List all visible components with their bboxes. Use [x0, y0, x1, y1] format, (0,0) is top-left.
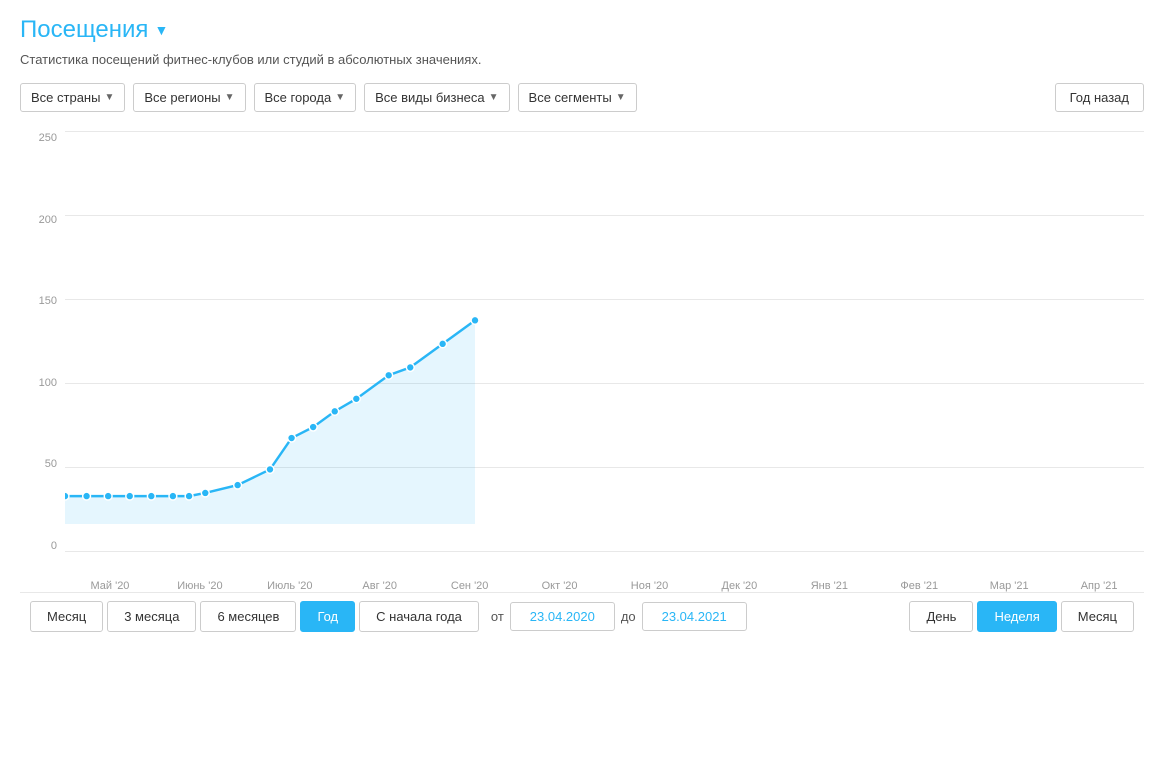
x-label-feb21: Фев '21	[874, 580, 964, 592]
chevron-down-icon: ▼	[104, 92, 114, 103]
x-label-dec20: Дек '20	[694, 580, 784, 592]
filter-countries[interactable]: Все страны ▼	[20, 83, 125, 112]
chevron-down-icon: ▼	[335, 92, 345, 103]
date-to-label: до	[621, 609, 636, 624]
filter-regions[interactable]: Все регионы ▼	[133, 83, 245, 112]
y-label-150: 150	[20, 295, 65, 307]
date-range: от до	[491, 602, 747, 631]
x-axis: Май '20 Июнь '20 Июль '20 Авг '20 Сен '2…	[65, 552, 1144, 592]
time-controls: Месяц 3 месяца 6 месяцев Год С начала го…	[20, 592, 1144, 640]
btn-6months[interactable]: 6 месяцев	[200, 601, 296, 632]
year-ago-button[interactable]: Год назад	[1055, 83, 1144, 112]
title-dropdown-icon[interactable]: ▼	[154, 22, 168, 38]
btn-year[interactable]: Год	[300, 601, 355, 632]
y-label-100: 100	[20, 377, 65, 389]
granularity-controls: День Неделя Месяц	[909, 601, 1134, 632]
filter-business[interactable]: Все виды бизнеса ▼	[364, 83, 509, 112]
x-label-sep20: Сен '20	[425, 580, 515, 592]
chevron-down-icon: ▼	[489, 92, 499, 103]
chevron-down-icon: ▼	[225, 92, 235, 103]
header: Посещения ▼	[20, 16, 1144, 44]
btn-3months[interactable]: 3 месяца	[107, 601, 196, 632]
line-chart	[65, 132, 1144, 524]
date-from-label: от	[491, 609, 504, 624]
btn-month[interactable]: Месяц	[30, 601, 103, 632]
btn-month-gran[interactable]: Месяц	[1061, 601, 1134, 632]
x-label-apr21: Апр '21	[1054, 580, 1144, 592]
date-to-input[interactable]	[642, 602, 747, 631]
x-label-jun20: Июнь '20	[155, 580, 245, 592]
chart-area: 0 50 100 150 200 250 Май '20 Июнь '20 Ию…	[20, 132, 1144, 592]
x-label-mar21: Мар '21	[964, 580, 1054, 592]
x-label-jan21: Янв '21	[784, 580, 874, 592]
btn-ytd[interactable]: С начала года	[359, 601, 479, 632]
y-label-50: 50	[20, 458, 65, 470]
x-label-aug20: Авг '20	[335, 580, 425, 592]
filter-cities[interactable]: Все города ▼	[254, 83, 357, 112]
filter-bar: Все страны ▼ Все регионы ▼ Все города ▼ …	[20, 83, 1144, 112]
x-label-jul20: Июль '20	[245, 580, 335, 592]
chevron-down-icon: ▼	[616, 92, 626, 103]
x-label-oct20: Окт '20	[515, 580, 605, 592]
x-label-nov20: Ноя '20	[605, 580, 695, 592]
y-label-0: 0	[20, 540, 65, 552]
page-title: Посещения	[20, 16, 148, 44]
date-from-input[interactable]	[510, 602, 615, 631]
y-axis: 0 50 100 150 200 250	[20, 132, 65, 552]
btn-day[interactable]: День	[909, 601, 973, 632]
page-subtitle: Статистика посещений фитнес-клубов или с…	[20, 52, 1144, 67]
btn-week[interactable]: Неделя	[977, 601, 1056, 632]
y-label-250: 250	[20, 132, 65, 144]
y-label-200: 200	[20, 214, 65, 226]
filter-segments[interactable]: Все сегменты ▼	[518, 83, 637, 112]
x-label-may20: Май '20	[65, 580, 155, 592]
